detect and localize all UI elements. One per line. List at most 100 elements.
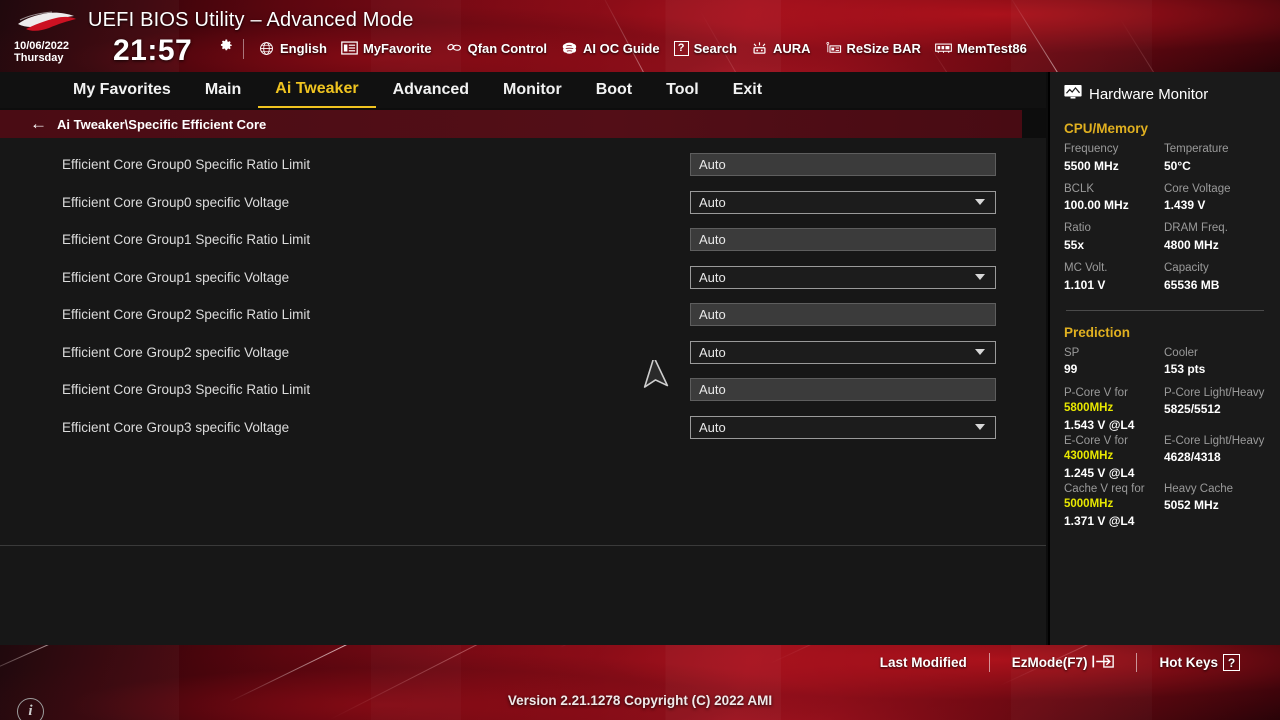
back-arrow-icon[interactable]: ← xyxy=(30,115,47,132)
prediction-value: 1.245 V @L4 xyxy=(1064,465,1135,480)
prediction-key-prefix: E-Core V for xyxy=(1064,434,1128,447)
prediction-value: 4628/4318 xyxy=(1164,450,1221,465)
ezmode-button[interactable]: EzMode(F7) xyxy=(990,654,1137,672)
tab-boot[interactable]: Boot xyxy=(579,72,649,108)
breadcrumb[interactable]: ← Ai Tweaker\Specific Efficient Core xyxy=(0,110,1022,138)
chevron-down-icon[interactable] xyxy=(975,274,985,281)
tab-tool[interactable]: Tool xyxy=(649,72,716,108)
gear-icon[interactable] xyxy=(219,38,234,53)
ec-group0-voltage-dropdown[interactable]: Auto xyxy=(690,190,996,214)
chevron-down-icon[interactable] xyxy=(975,199,985,206)
stat-temperature: Temperature 50°C xyxy=(1164,142,1266,174)
toolbar-item-english[interactable]: English xyxy=(258,40,327,56)
ec-group1-ratio-limit-input[interactable]: Auto xyxy=(690,228,996,252)
stat-cooler: Cooler 153 pts xyxy=(1164,346,1266,378)
cpu-memory-grid: Frequency 5500 MHz Temperature 50°C BCLK… xyxy=(1064,142,1266,301)
hardware-monitor-title-text: Hardware Monitor xyxy=(1089,86,1209,103)
toolbar-label: English xyxy=(280,40,327,56)
sidebar-divider xyxy=(1066,309,1264,311)
stat-value: 99 xyxy=(1064,362,1078,377)
prediction-value: 5825/5512 xyxy=(1164,402,1221,417)
stat-key: MC Volt. xyxy=(1064,262,1108,275)
stat-key: Temperature xyxy=(1164,143,1229,155)
stat-key: Ratio xyxy=(1064,222,1091,235)
tab-monitor[interactable]: Monitor xyxy=(486,72,579,108)
date-text: 10/06/2022 xyxy=(14,40,70,52)
setting-label: Efficient Core Group1 specific Voltage xyxy=(62,269,290,285)
footer-bar: Last Modified EzMode(F7) Hot Keys ? Vers… xyxy=(0,645,1280,720)
setting-label: Efficient Core Group3 specific Voltage xyxy=(62,419,290,435)
toolbar-item-qfan-control[interactable]: Qfan Control xyxy=(446,40,547,56)
prediction-key: E-Core Light/Heavy xyxy=(1164,434,1265,447)
tab-ai-tweaker[interactable]: Ai Tweaker xyxy=(258,72,376,108)
stat-ratio: Ratio 55x xyxy=(1064,221,1164,253)
tab-main[interactable]: Main xyxy=(188,72,258,108)
fan-icon xyxy=(446,40,463,56)
prediction-value: 1.371 V @L4 xyxy=(1064,513,1135,528)
prediction-key-highlight: 4300MHz xyxy=(1064,450,1114,463)
field-value: Auto xyxy=(699,232,726,248)
monitor-icon xyxy=(1064,84,1082,105)
hotkeys-label: Hot Keys xyxy=(1159,655,1218,670)
hotkeys-button[interactable]: Hot Keys ? xyxy=(1137,654,1262,671)
stat-key: Capacity xyxy=(1164,262,1209,275)
setting-row: Efficient Core Group1 specific Voltage A… xyxy=(0,259,1046,297)
prediction-value: 1.543 V @L4 xyxy=(1064,417,1135,432)
setting-label: Efficient Core Group1 Specific Ratio Lim… xyxy=(62,232,311,248)
bios-screen: UEFI BIOS Utility – Advanced Mode 10/06/… xyxy=(0,0,1280,720)
stat-key: Core Voltage xyxy=(1164,182,1231,195)
tab-my-favorites[interactable]: My Favorites xyxy=(56,72,188,108)
setting-label: Efficient Core Group0 specific Voltage xyxy=(62,194,290,210)
main-content-panel: Efficient Core Group0 Specific Ratio Lim… xyxy=(0,138,1046,720)
toolbar-label: MyFavorite xyxy=(362,40,432,56)
toolbar-item-search[interactable]: ? Search xyxy=(673,40,737,56)
footer-actions: Last Modified EzMode(F7) Hot Keys ? xyxy=(858,653,1262,672)
tab-advanced[interactable]: Advanced xyxy=(376,72,486,108)
setting-label: Efficient Core Group0 Specific Ratio Lim… xyxy=(62,157,311,173)
setting-row: Efficient Core Group2 specific Voltage A… xyxy=(0,334,1046,372)
prediction-key-prefix: P-Core V for xyxy=(1064,386,1128,399)
rog-logo-icon xyxy=(18,11,76,31)
section-title-cpu-memory: CPU/Memory xyxy=(1064,121,1149,136)
prediction-pcore-voltage: P-Core V for 5800MHz 1.543 V @L4 xyxy=(1064,386,1164,433)
last-modified-button[interactable]: Last Modified xyxy=(858,655,989,670)
stat-key: Cooler xyxy=(1164,346,1198,359)
ezmode-label: EzMode(F7) xyxy=(1011,655,1088,670)
toolbar-item-ai-oc-guide[interactable]: AI OC Guide xyxy=(561,40,660,56)
breadcrumb-path: Ai Tweaker\Specific Efficient Core xyxy=(57,116,267,132)
header-toolbar: English MyFavorite Qfan Control AI OC Gu… xyxy=(258,40,1027,56)
prediction-pcore-light-heavy: P-Core Light/Heavy 5825/5512 xyxy=(1164,386,1266,433)
stat-value: 50°C xyxy=(1164,158,1191,173)
page-title: UEFI BIOS Utility – Advanced Mode xyxy=(88,9,414,31)
stat-mc-volt: MC Volt. 1.101 V xyxy=(1064,261,1164,293)
ec-group3-ratio-limit-input[interactable]: Auto xyxy=(690,378,996,402)
question-box-icon: ? xyxy=(673,40,689,56)
chevron-down-icon[interactable] xyxy=(975,424,985,431)
stat-bclk: BCLK 100.00 MHz xyxy=(1064,182,1164,214)
field-value: Auto xyxy=(699,419,726,435)
prediction-ecore-voltage: E-Core V for 4300MHz 1.245 V @L4 xyxy=(1064,434,1164,481)
toolbar-item-aura[interactable]: AURA xyxy=(751,40,811,56)
toolbar-label: Qfan Control xyxy=(467,40,548,56)
setting-label: Efficient Core Group2 Specific Ratio Lim… xyxy=(62,307,311,323)
section-title-prediction: Prediction xyxy=(1064,324,1131,340)
ec-group1-voltage-dropdown[interactable]: Auto xyxy=(690,265,996,289)
header-bar: UEFI BIOS Utility – Advanced Mode 10/06/… xyxy=(0,0,1280,72)
resize-bar-icon xyxy=(825,40,842,56)
ec-group2-voltage-dropdown[interactable]: Auto xyxy=(690,340,996,364)
tab-exit[interactable]: Exit xyxy=(716,72,779,108)
ec-group2-ratio-limit-input[interactable]: Auto xyxy=(690,303,996,327)
setting-row: Efficient Core Group2 Specific Ratio Lim… xyxy=(0,296,1046,334)
stat-value: 153 pts xyxy=(1164,362,1206,377)
header-divider xyxy=(243,39,244,59)
field-value: Auto xyxy=(699,382,726,398)
toolbar-item-resize-bar[interactable]: ReSize BAR xyxy=(825,40,921,56)
chevron-down-icon[interactable] xyxy=(975,349,985,356)
toolbar-item-myfavorite[interactable]: MyFavorite xyxy=(341,40,432,56)
ec-group0-ratio-limit-input[interactable]: Auto xyxy=(690,153,996,177)
field-value: Auto xyxy=(699,344,726,360)
version-text: Version 2.21.1278 Copyright (C) 2022 AMI xyxy=(507,693,773,708)
toolbar-label: ReSize BAR xyxy=(846,40,921,56)
toolbar-item-memtest86[interactable]: MemTest86 xyxy=(935,40,1027,56)
ec-group3-voltage-dropdown[interactable]: Auto xyxy=(690,415,996,439)
